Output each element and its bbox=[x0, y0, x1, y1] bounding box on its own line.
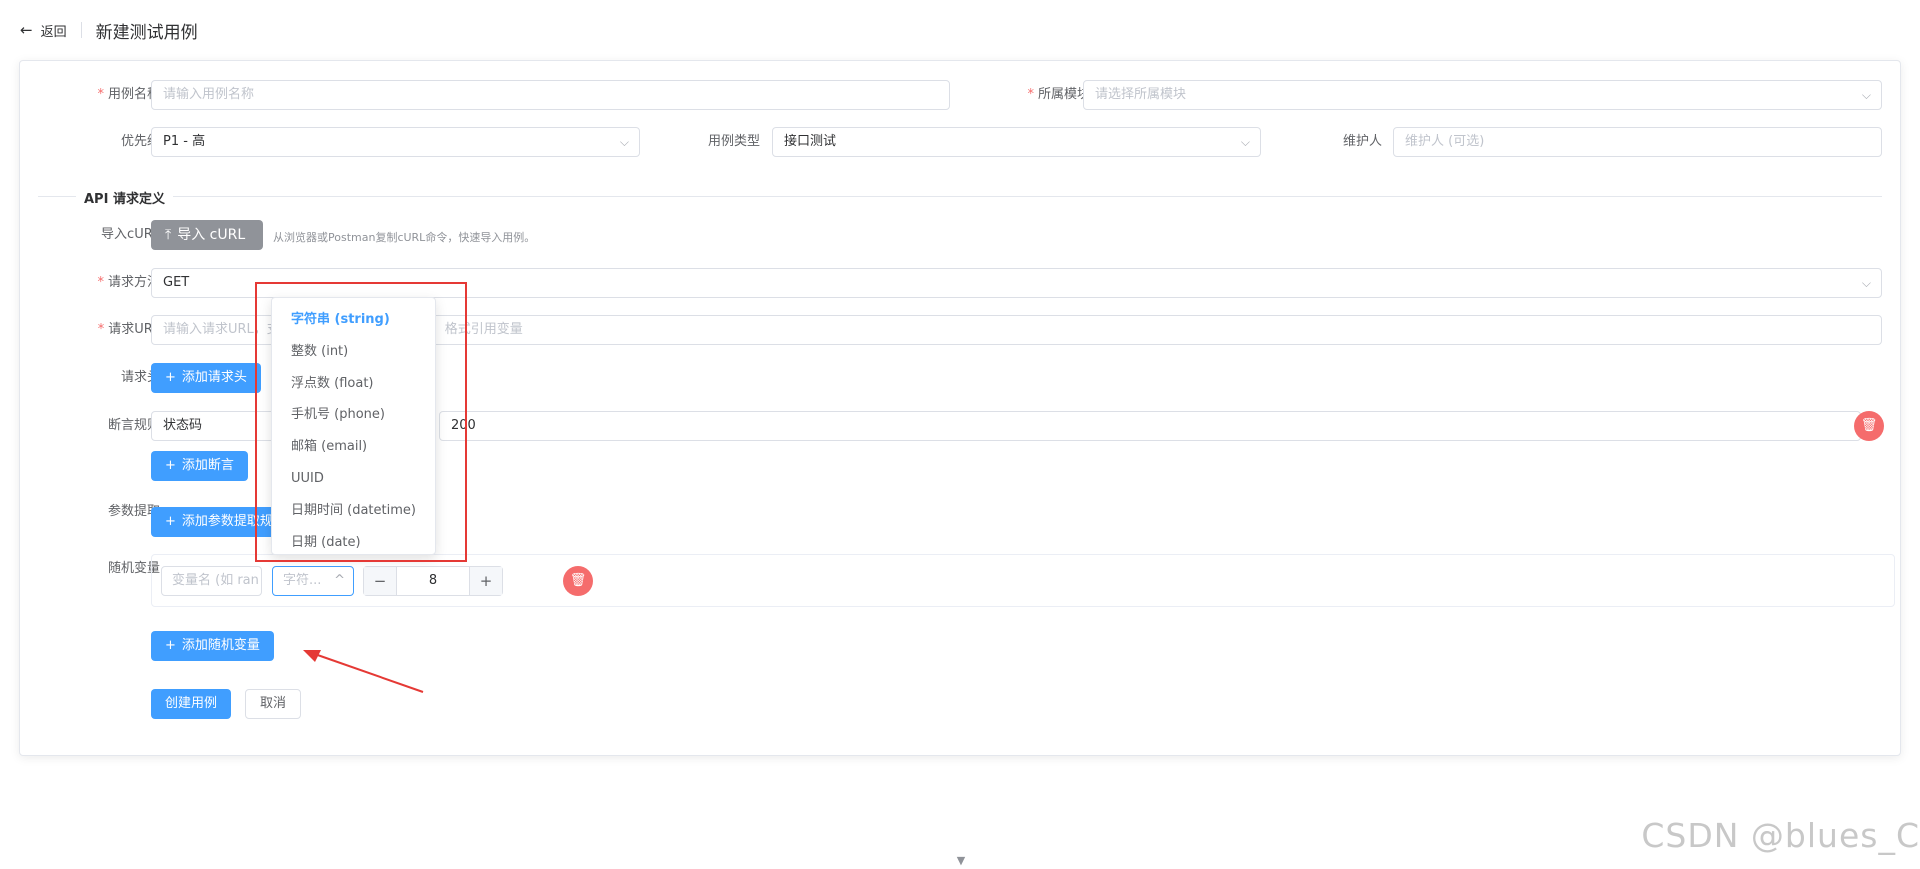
extract-label: 参数提取 bbox=[107, 504, 160, 519]
chevron-down-icon: ⌵ bbox=[1861, 88, 1871, 102]
import-curl-button[interactable]: ⤒ 导入 cURL bbox=[151, 220, 263, 250]
plus-icon: + bbox=[165, 638, 176, 653]
arrow-left-icon: ← bbox=[20, 21, 33, 39]
random-var-name-input[interactable]: 变量名 (如 ran bbox=[161, 566, 262, 596]
page-header: ← 返回 新建测试用例 bbox=[20, 18, 198, 43]
trash-icon: 🗑 bbox=[1860, 418, 1878, 433]
chevron-down-icon: ⌵ bbox=[619, 135, 629, 149]
plus-icon: + bbox=[165, 514, 176, 529]
cancel-button[interactable]: 取消 bbox=[245, 689, 302, 719]
url-label: * 请求URL bbox=[97, 322, 160, 337]
import-curl-hint: 从浏览器或Postman复制cURL命令，快速导入用例。 bbox=[273, 231, 536, 244]
back-label: 返回 bbox=[40, 24, 67, 40]
length-value[interactable]: 8 bbox=[396, 567, 470, 595]
chevron-up-icon: ^ bbox=[334, 573, 345, 588]
priority-select[interactable]: P1 - 高 ⌵ bbox=[151, 127, 640, 157]
scroll-down-icon[interactable]: ▼ bbox=[950, 850, 972, 869]
module-select[interactable]: 请选择所属模块 ⌵ bbox=[1083, 80, 1882, 110]
annotation-box bbox=[255, 282, 467, 562]
decrement-button[interactable]: − bbox=[364, 567, 396, 595]
section-divider bbox=[38, 196, 1882, 197]
plus-icon: + bbox=[165, 370, 176, 385]
back-button[interactable]: ← 返回 bbox=[20, 21, 67, 40]
case-name-label: * 用例名称 bbox=[97, 87, 160, 102]
module-label: * 所属模块 bbox=[1027, 87, 1090, 102]
maintainer-label: 维护人 bbox=[1342, 134, 1382, 149]
case-name-input[interactable]: 请输入用例名称 bbox=[151, 80, 950, 110]
page-title: 新建测试用例 bbox=[95, 22, 198, 43]
random-vars-label: 随机变量 bbox=[107, 561, 160, 576]
random-var-length-stepper[interactable]: − 8 + bbox=[363, 566, 503, 596]
delete-random-var-button[interactable]: 🗑 bbox=[563, 566, 593, 596]
priority-label: 优先级 bbox=[120, 134, 160, 149]
watermark: CSDN @blues_C bbox=[1641, 816, 1920, 855]
delete-assertion-button[interactable]: 🗑 bbox=[1854, 411, 1884, 441]
header-divider bbox=[80, 22, 82, 38]
add-random-var-button[interactable]: + 添加随机变量 bbox=[151, 631, 274, 661]
method-label: * 请求方法 bbox=[97, 275, 160, 290]
assertions-label: 断言规则 bbox=[107, 418, 160, 433]
chevron-down-icon: ⌵ bbox=[1240, 135, 1250, 149]
maintainer-input[interactable]: 维护人 (可选) bbox=[1393, 127, 1882, 157]
section-title: API 请求定义 bbox=[76, 188, 173, 207]
increment-button[interactable]: + bbox=[470, 567, 502, 595]
assertion-expected-input[interactable]: 200 bbox=[439, 411, 1861, 441]
headers-label: 请求头 bbox=[120, 370, 160, 385]
add-header-button[interactable]: + 添加请求头 bbox=[151, 363, 261, 393]
create-case-button[interactable]: 创建用例 bbox=[151, 689, 232, 719]
add-assertion-button[interactable]: + 添加断言 bbox=[151, 451, 248, 481]
trash-icon: 🗑 bbox=[569, 573, 587, 588]
plus-icon: + bbox=[165, 458, 176, 473]
chevron-down-icon: ⌵ bbox=[1861, 276, 1871, 290]
case-type-label: 用例类型 bbox=[707, 134, 760, 149]
import-curl-label: 导入cURL bbox=[101, 227, 160, 242]
annotation-arrow bbox=[303, 650, 424, 693]
random-var-type-select[interactable]: 字符... ^ bbox=[272, 566, 354, 596]
case-type-select[interactable]: 接口测试 ⌵ bbox=[772, 127, 1261, 157]
upload-icon: ⤒ bbox=[165, 227, 172, 243]
